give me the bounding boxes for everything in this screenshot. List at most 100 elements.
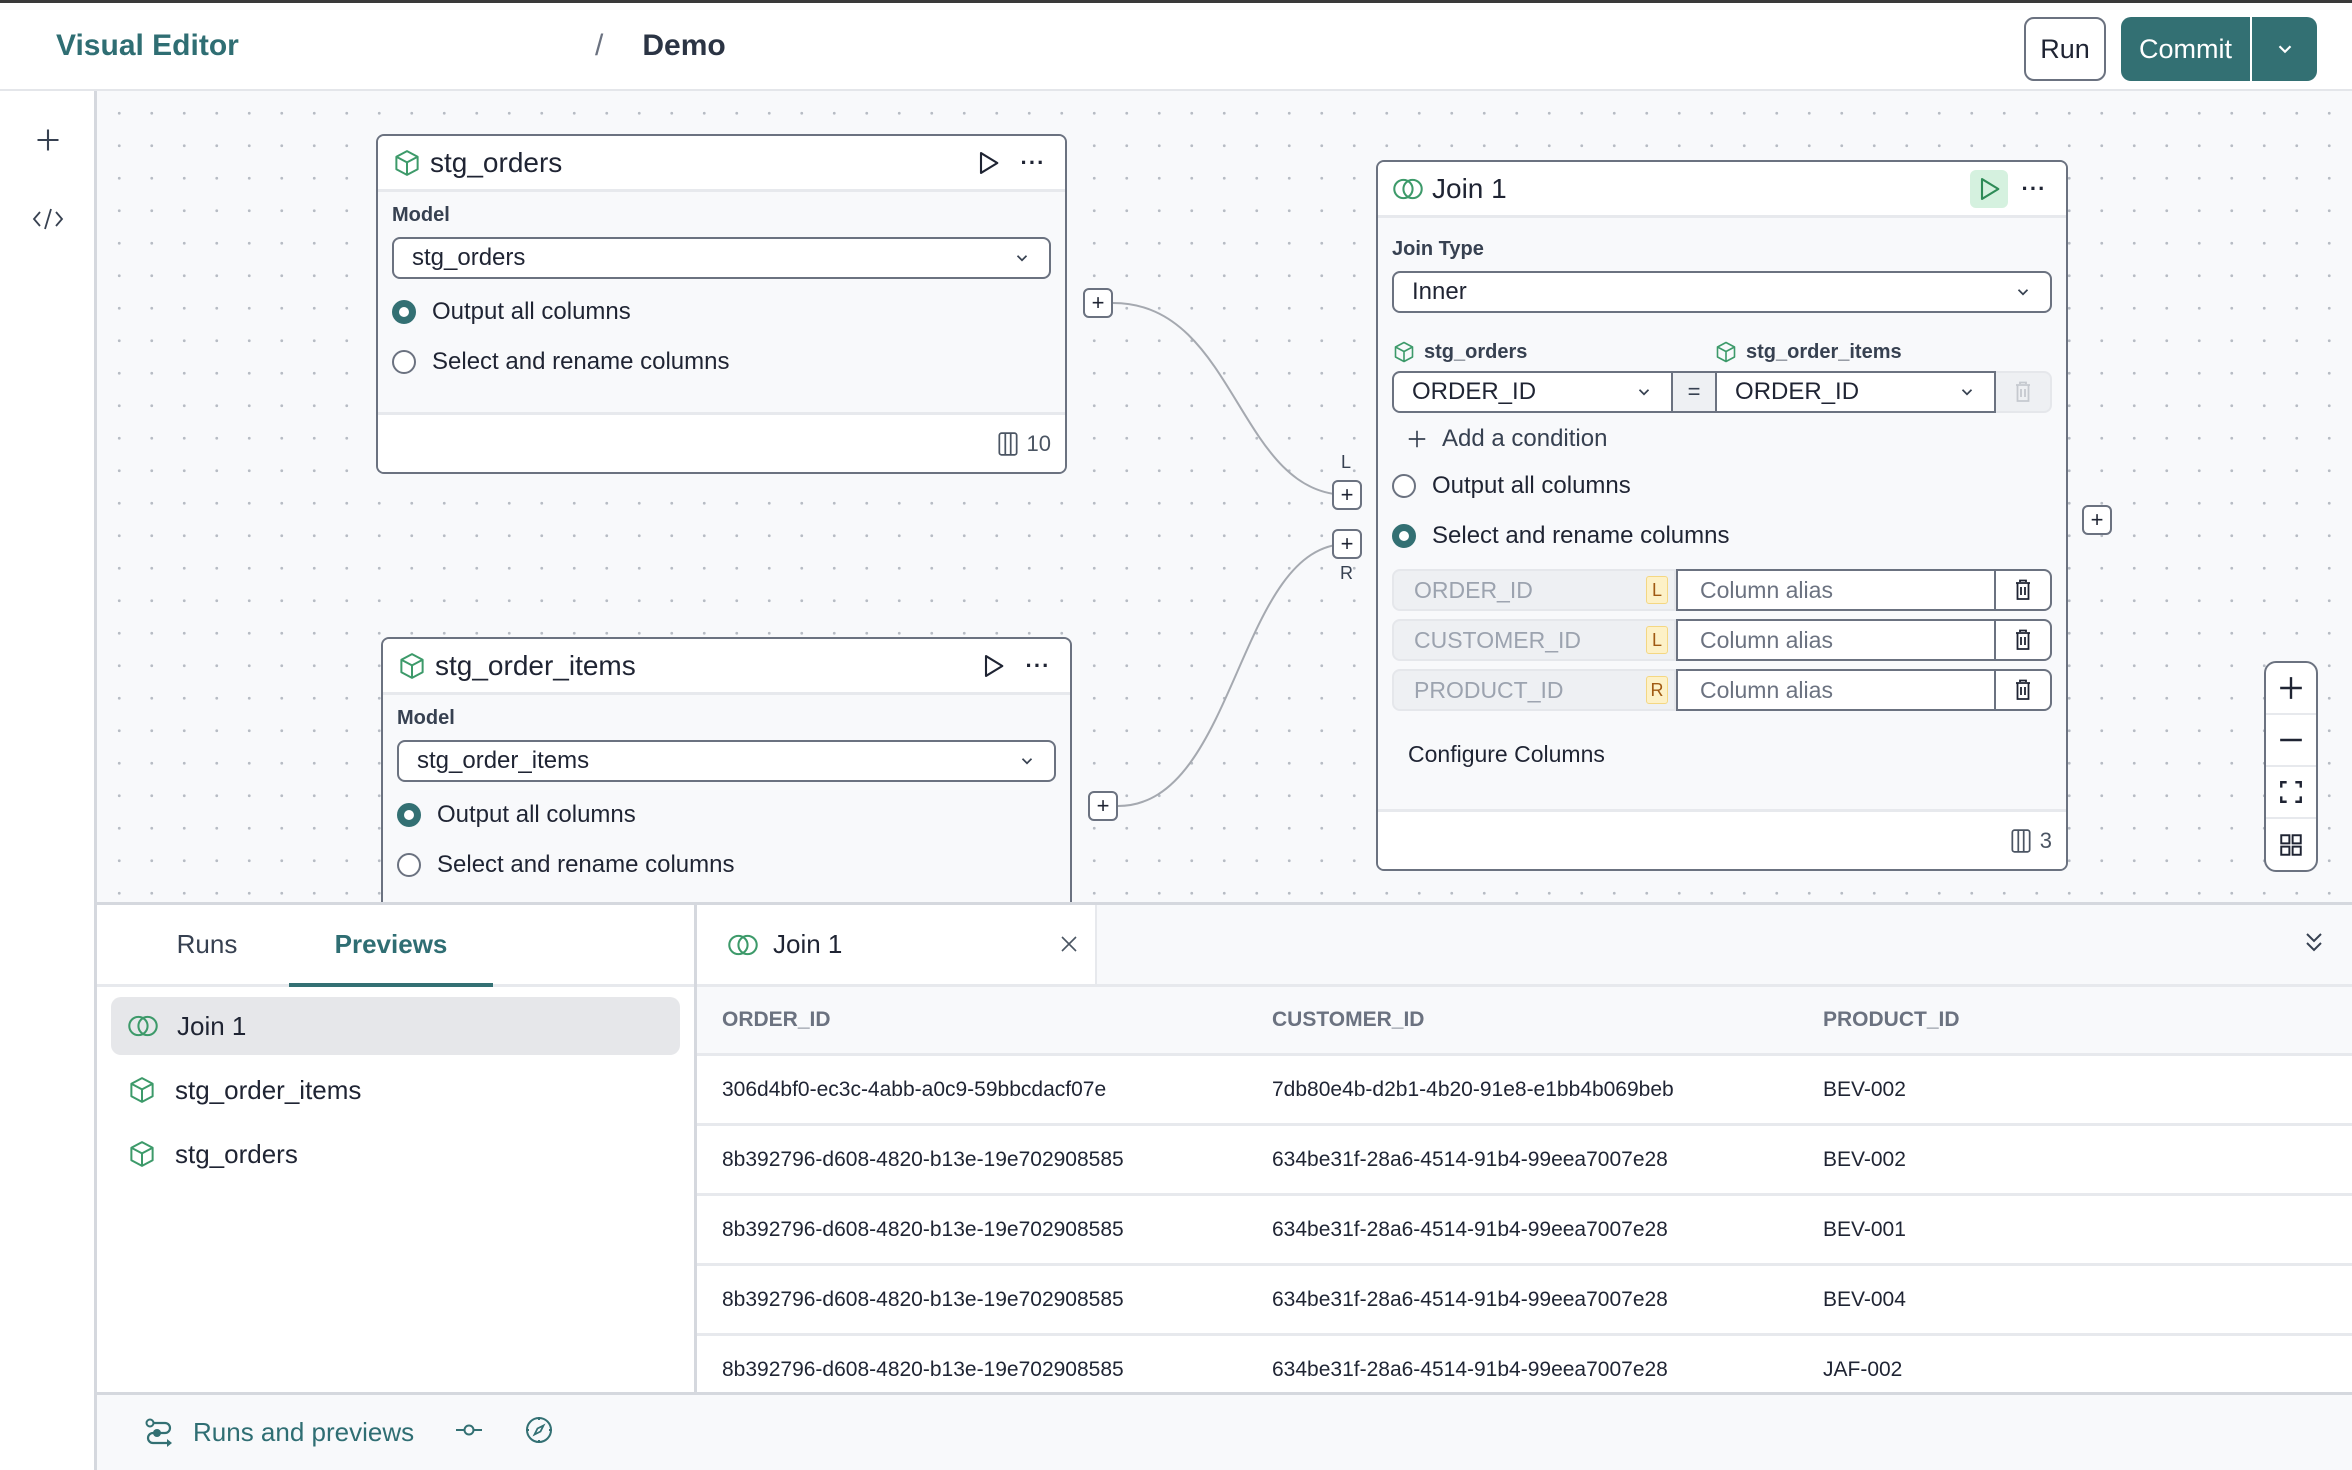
- join-type-select[interactable]: Inner: [1392, 271, 2052, 313]
- radio-button[interactable]: [1392, 474, 1416, 498]
- trash-icon: [2013, 578, 2033, 602]
- column-alias-input[interactable]: Column alias: [1676, 619, 1996, 661]
- node-header: stg_orders ···: [378, 136, 1065, 192]
- column-header[interactable]: PRODUCT_ID: [1798, 1008, 2352, 1032]
- column-row: PRODUCT_ID R Column alias: [1392, 669, 2052, 711]
- side-badge: R: [1646, 676, 1668, 704]
- radio-button-checked[interactable]: [1392, 524, 1416, 548]
- chevrons-down-icon: [2306, 933, 2322, 952]
- canvas[interactable]: stg_orders ··· Model stg_orders Output a…: [97, 91, 2352, 902]
- output-port-join[interactable]: +: [2082, 505, 2112, 535]
- radio-button-checked[interactable]: [397, 803, 421, 827]
- add-node-button[interactable]: [24, 116, 72, 164]
- radio-select-rename[interactable]: Select and rename columns: [397, 840, 1056, 890]
- column-name: ORDER_ID: [1414, 576, 1533, 603]
- join-condition-row: ORDER_ID = ORDER_ID: [1392, 371, 2053, 413]
- breadcrumb-visual-editor[interactable]: Visual Editor: [31, 29, 581, 63]
- model-select[interactable]: stg_order_items: [397, 740, 1056, 782]
- close-tab-button[interactable]: [1059, 928, 1079, 962]
- preview-list-item[interactable]: Join 1: [111, 997, 680, 1055]
- run-button[interactable]: Run: [2024, 17, 2106, 81]
- zoom-in-button[interactable]: [2266, 663, 2316, 715]
- join-type-value: Inner: [1412, 278, 1467, 305]
- collapse-panel-button[interactable]: [2302, 929, 2326, 962]
- column-header[interactable]: ORDER_ID: [697, 1008, 1247, 1032]
- commit-icon: [456, 1424, 483, 1436]
- trash-icon: [2013, 380, 2033, 404]
- model-select[interactable]: stg_orders: [392, 237, 1051, 279]
- table-cell: 8b392796-d608-4820-b13e-19e702908585: [722, 1217, 1124, 1241]
- table-cell: 8b392796-d608-4820-b13e-19e702908585: [722, 1287, 1124, 1311]
- delete-condition-button[interactable]: [1996, 371, 2053, 413]
- radio-select-rename[interactable]: Select and rename columns: [1392, 511, 2052, 561]
- model-icon: [127, 1075, 157, 1105]
- explore-button[interactable]: [524, 1415, 554, 1450]
- table-cell: 8b392796-d608-4820-b13e-19e702908585: [722, 1357, 1124, 1381]
- node-stg-order-items[interactable]: stg_order_items ··· Model stg_order_item…: [381, 637, 1072, 902]
- top-bar: Visual Editor / Demo Run Commit: [0, 0, 2352, 91]
- radio-button[interactable]: [397, 853, 421, 877]
- run-node-button[interactable]: [969, 144, 1007, 182]
- breadcrumb-separator: /: [595, 29, 604, 62]
- more-options-button[interactable]: ···: [1015, 145, 1051, 181]
- left-key-select[interactable]: ORDER_ID: [1392, 371, 1674, 413]
- radio-output-all[interactable]: Output all columns: [397, 790, 1056, 840]
- right-key-select[interactable]: ORDER_ID: [1715, 371, 1997, 413]
- runs-previews-icon: [145, 1418, 172, 1447]
- commit-dropdown-button[interactable]: [2252, 17, 2317, 81]
- bottom-panel: Runs Previews Join 1 stg_order_items stg_o…: [97, 902, 2352, 1406]
- auto-layout-button[interactable]: [2266, 819, 2316, 870]
- delete-column-button[interactable]: [1996, 619, 2052, 661]
- more-options-button[interactable]: ···: [1020, 648, 1056, 684]
- previews-sidebar: Runs Previews Join 1 stg_order_items stg_o…: [97, 905, 697, 1395]
- node-title: Join 1: [1432, 172, 1507, 204]
- preview-item-label: stg_order_items: [175, 1074, 362, 1105]
- column-list: ORDER_ID L Column alias CUSTOMER_ID L Column …: [1392, 569, 2052, 711]
- tab-runs[interactable]: Runs: [125, 905, 289, 984]
- node-stg-orders[interactable]: stg_orders ··· Model stg_orders Output a…: [376, 134, 1067, 474]
- right-key-value: ORDER_ID: [1735, 378, 1860, 405]
- commit-button[interactable]: Commit: [2121, 17, 2252, 81]
- commit-graph-button[interactable]: [454, 1422, 484, 1443]
- edge-stg-orders-to-join: [1112, 302, 1348, 496]
- join-type-label: Join Type: [1392, 238, 1484, 260]
- add-condition-button[interactable]: Add a condition: [1392, 417, 2052, 461]
- fit-view-button[interactable]: [2266, 767, 2316, 819]
- breadcrumb: Visual Editor / Demo: [31, 29, 1168, 63]
- delete-column-button[interactable]: [1996, 569, 2052, 611]
- preview-tab-join-1[interactable]: Join 1: [697, 905, 1097, 984]
- minus-icon: [2280, 738, 2302, 742]
- more-options-button[interactable]: ···: [2016, 171, 2052, 207]
- preview-list-item[interactable]: stg_orders: [111, 1125, 680, 1183]
- compass-icon: [526, 1417, 553, 1443]
- runs-previews-toggle[interactable]: Runs and previews: [143, 1417, 414, 1448]
- column-alias-input[interactable]: Column alias: [1676, 569, 1996, 611]
- radio-output-all[interactable]: Output all columns: [1392, 461, 2052, 511]
- right-port-label: R: [1340, 563, 1353, 583]
- radio-button[interactable]: [392, 350, 416, 374]
- zoom-out-button[interactable]: [2266, 715, 2316, 767]
- left-rail: [0, 91, 97, 1470]
- column-row: ORDER_ID L Column alias: [1392, 569, 2052, 611]
- delete-column-button[interactable]: [1996, 669, 2052, 711]
- node-header: Join 1 ···: [1378, 162, 2066, 218]
- run-node-button[interactable]: [1970, 169, 2008, 208]
- preview-list-item[interactable]: stg_order_items: [111, 1061, 680, 1119]
- column-alias-input[interactable]: Column alias: [1676, 669, 1996, 711]
- radio-button-checked[interactable]: [392, 300, 416, 324]
- configure-columns-button[interactable]: Configure Columns: [1392, 741, 2052, 768]
- radio-select-rename[interactable]: Select and rename columns: [392, 337, 1051, 387]
- equals-operator: =: [1673, 371, 1716, 413]
- output-port-stg-order-items[interactable]: +: [1088, 791, 1118, 821]
- runs-previews-label: Runs and previews: [193, 1417, 415, 1447]
- output-port-stg-orders[interactable]: +: [1083, 288, 1113, 318]
- tab-previews[interactable]: Previews: [289, 905, 493, 987]
- radio-output-all[interactable]: Output all columns: [392, 287, 1051, 337]
- input-port-left[interactable]: +: [1332, 480, 1362, 510]
- node-title: stg_orders: [430, 146, 563, 178]
- input-port-right[interactable]: +: [1332, 529, 1362, 559]
- column-header[interactable]: CUSTOMER_ID: [1247, 1008, 1798, 1032]
- code-view-button[interactable]: [24, 195, 72, 243]
- node-join[interactable]: Join 1 ··· Join Type Inner stg_orders st…: [1376, 160, 2068, 871]
- run-node-button[interactable]: [974, 647, 1012, 685]
